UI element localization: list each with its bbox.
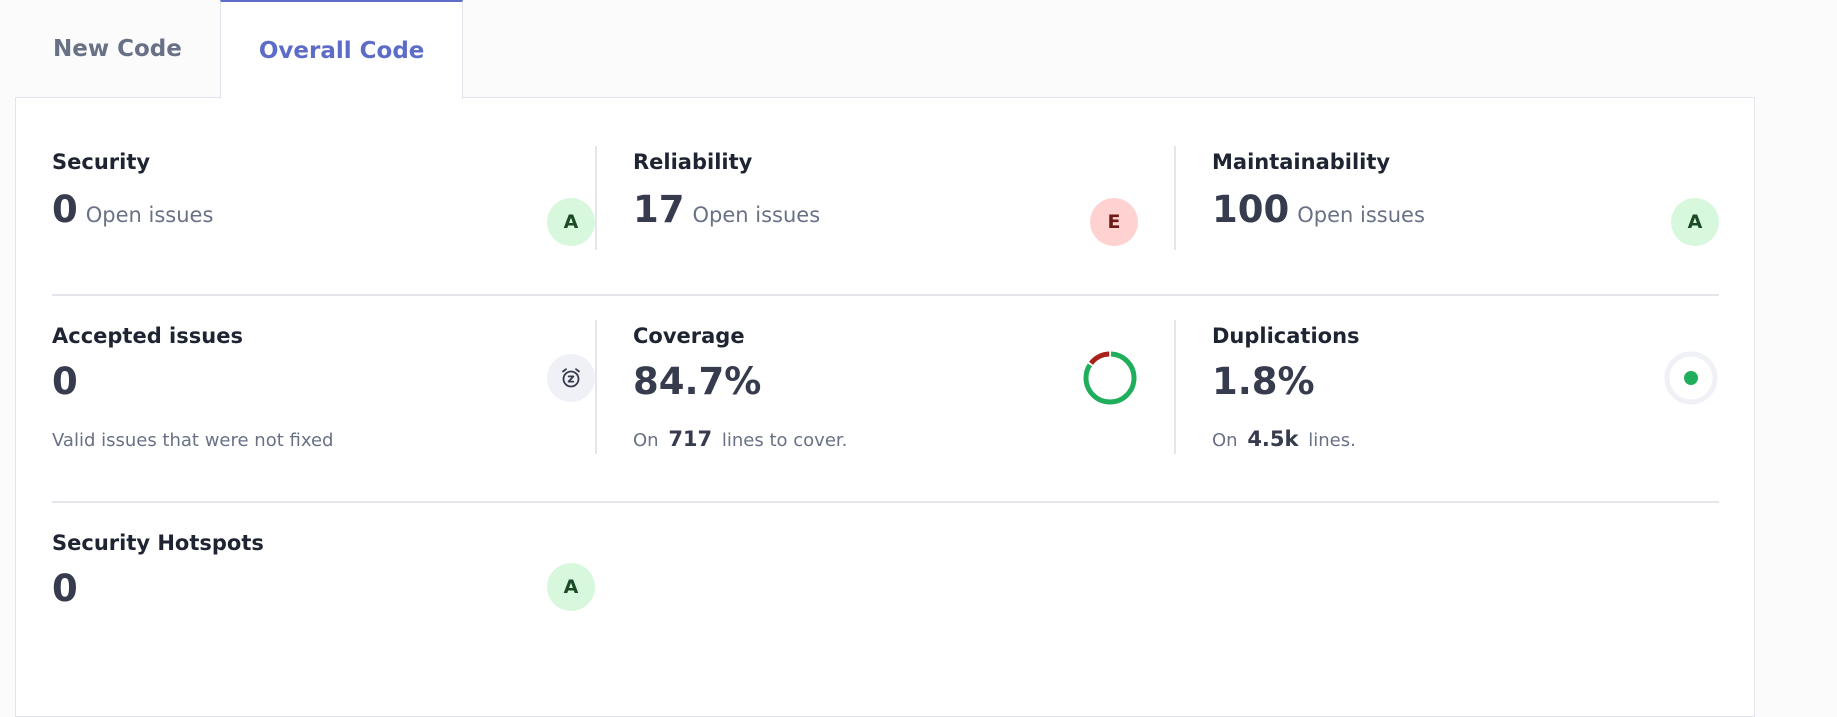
hotspots-row: Security Hotspots 0 A (52, 527, 1719, 617)
snooze-clock-icon (547, 354, 595, 402)
security-rating-badge[interactable]: A (547, 198, 595, 246)
security-title: Security (52, 150, 151, 174)
maintainability-value[interactable]: 100 (1212, 188, 1289, 232)
metrics-row: Accepted issues 0 Valid issues that were… (52, 320, 1719, 454)
coverage-subtext: On 717 lines to cover. (633, 426, 847, 454)
security-hotspots-card[interactable]: Security Hotspots 0 A (52, 527, 595, 617)
maintainability-label: Open issues (1297, 203, 1425, 227)
duplications-suffix: lines. (1308, 430, 1356, 451)
coverage-value[interactable]: 84.7% (633, 360, 761, 404)
coverage-suffix: lines to cover. (721, 430, 848, 451)
coverage-title: Coverage (633, 324, 745, 348)
measures-panel: Security 0 Open issues A Reliability 17 … (15, 97, 1755, 717)
accepted-issues-card[interactable]: Accepted issues 0 Valid issues that were… (52, 320, 595, 454)
reliability-title: Reliability (633, 150, 753, 174)
reliability-label: Open issues (692, 203, 821, 227)
reliability-value[interactable]: 17 (633, 188, 685, 232)
maintainability-title: Maintainability (1212, 150, 1391, 174)
security-label: Open issues (85, 203, 214, 227)
duplications-value[interactable]: 1.8% (1212, 360, 1315, 404)
duplications-dot (1684, 371, 1698, 385)
security-value[interactable]: 0 (52, 188, 78, 232)
security-hotspots-title: Security Hotspots (52, 531, 264, 555)
duplications-indicator (1664, 351, 1718, 405)
accepted-issues-value[interactable]: 0 (52, 360, 78, 404)
duplications-prefix: On (1212, 430, 1238, 451)
issues-row: Security 0 Open issues A Reliability 17 … (52, 146, 1719, 250)
coverage-lines-count[interactable]: 717 (668, 427, 712, 451)
security-hotspots-value[interactable]: 0 (52, 567, 78, 611)
duplications-card[interactable]: Duplications 1.8% On 4.5k lines. (1174, 320, 1719, 454)
coverage-card[interactable]: Coverage 84.7% On 717 lines to cover. (595, 320, 1174, 454)
tab-bar: New Code Overall Code (15, 0, 464, 99)
duplications-subtext: On 4.5k lines. (1212, 426, 1356, 454)
tab-overall-code[interactable]: Overall Code (219, 0, 464, 99)
accepted-issues-title: Accepted issues (52, 324, 243, 348)
security-card[interactable]: Security 0 Open issues A (52, 146, 595, 250)
tab-new-code[interactable]: New Code (15, 0, 220, 98)
row-divider (52, 294, 1719, 296)
maintainability-rating-badge[interactable]: A (1671, 198, 1719, 246)
reliability-rating-badge[interactable]: E (1090, 198, 1138, 246)
coverage-prefix: On (633, 430, 659, 451)
security-hotspots-rating-badge[interactable]: A (547, 563, 595, 611)
coverage-donut-chart[interactable] (1082, 350, 1138, 406)
maintainability-card[interactable]: Maintainability 100 Open issues A (1174, 146, 1719, 250)
reliability-card[interactable]: Reliability 17 Open issues E (595, 146, 1174, 250)
accepted-issues-description: Valid issues that were not fixed (52, 430, 334, 451)
duplications-lines-count[interactable]: 4.5k (1247, 427, 1298, 451)
row-divider (52, 501, 1719, 503)
duplications-title: Duplications (1212, 324, 1360, 348)
